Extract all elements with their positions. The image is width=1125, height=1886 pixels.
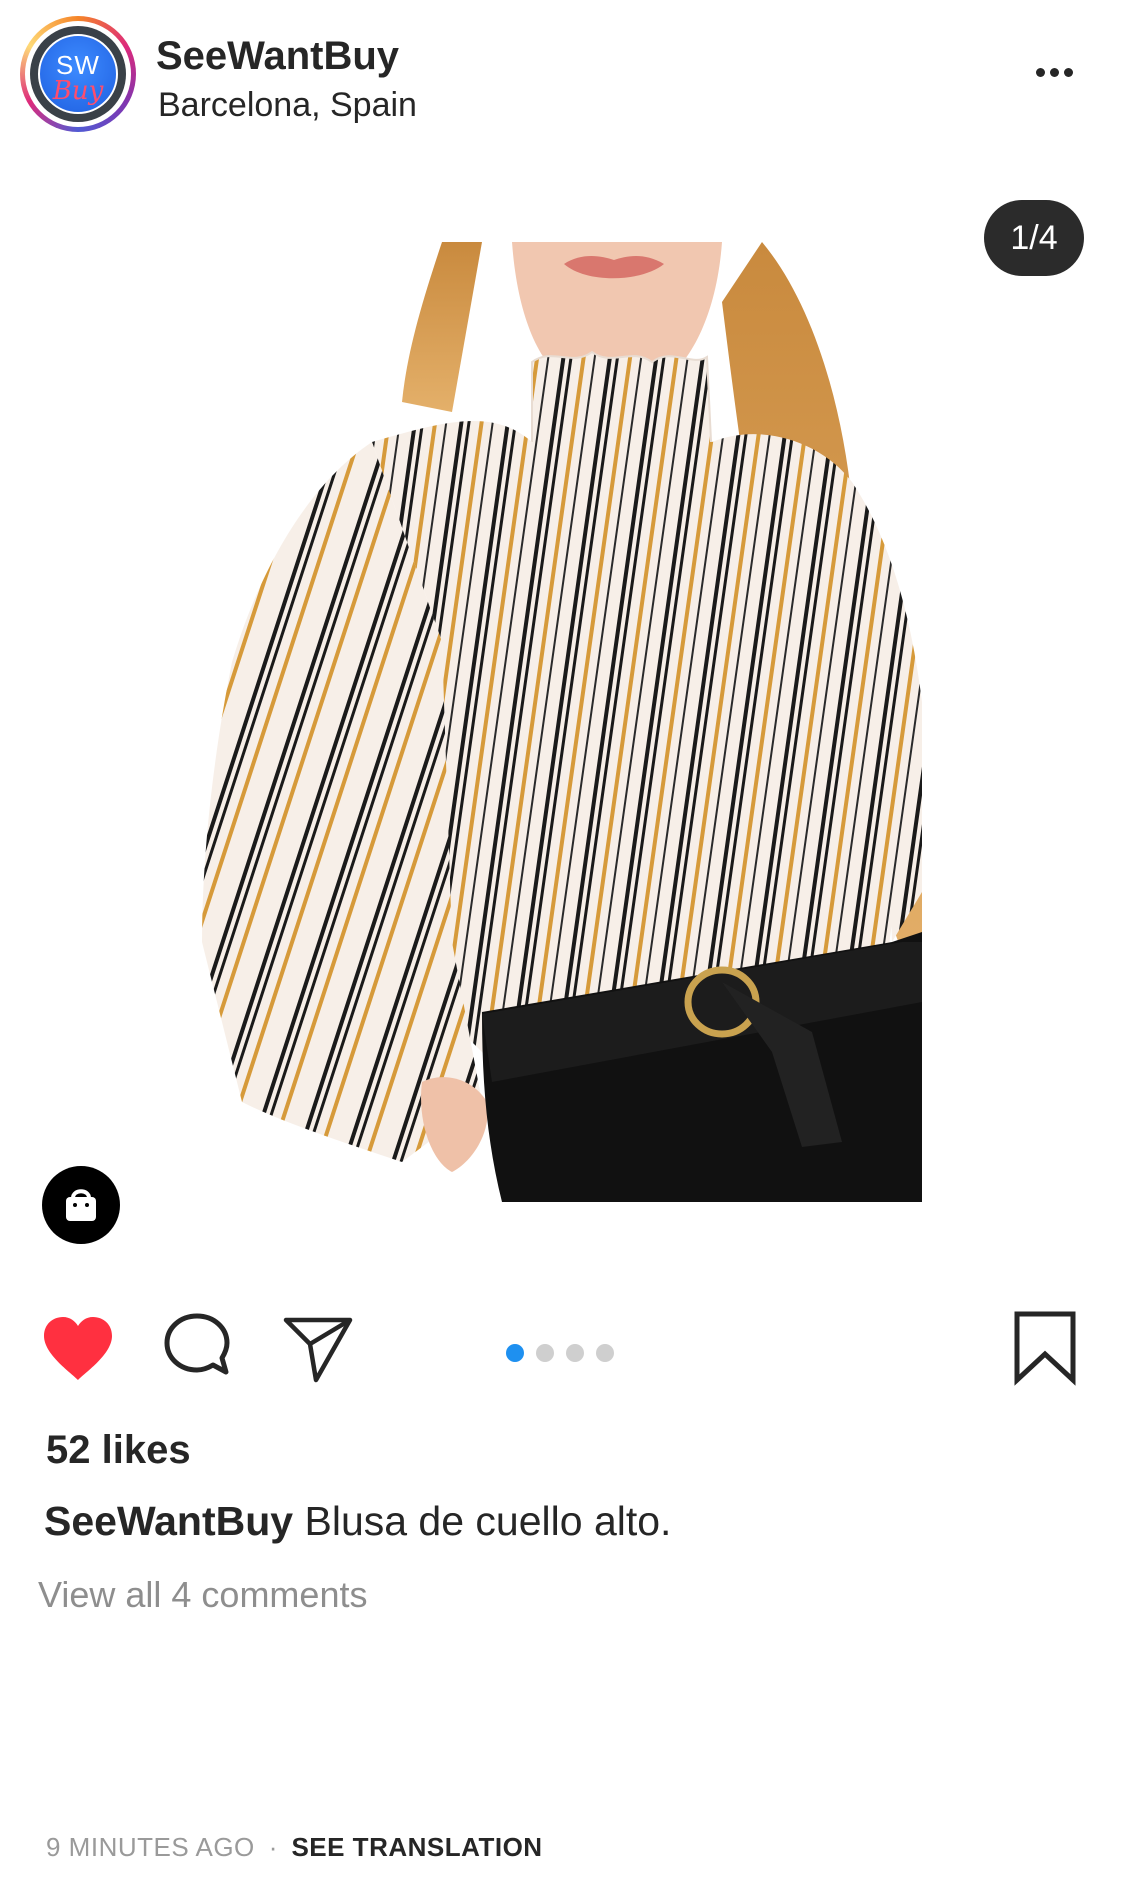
carousel-dot: [506, 1344, 524, 1362]
avatar[interactable]: SW Buy: [20, 16, 136, 132]
avatar-logo-buy: Buy: [52, 76, 104, 106]
post-photo: [202, 242, 922, 1202]
location[interactable]: Barcelona, Spain: [158, 86, 417, 125]
caption: SeeWantBuy Blusa de cuello alto.: [44, 1498, 671, 1545]
post-media[interactable]: 1/4: [0, 150, 1125, 1280]
comment-icon[interactable]: [162, 1312, 232, 1384]
username[interactable]: SeeWantBuy: [156, 34, 399, 79]
carousel-dot: [536, 1344, 554, 1362]
shopping-bag-icon[interactable]: [42, 1166, 120, 1244]
bookmark-icon[interactable]: [1012, 1310, 1078, 1386]
carousel-dot: [566, 1344, 584, 1362]
blouse-photo-illustration: [202, 242, 922, 1202]
post-header: SW Buy SeeWantBuy Barcelona, Spain: [0, 0, 1125, 150]
caption-text: Blusa de cuello alto.: [293, 1498, 672, 1544]
view-comments-link[interactable]: View all 4 comments: [38, 1574, 367, 1616]
likes-count[interactable]: 52 likes: [46, 1428, 191, 1473]
timestamp: 9 MINUTES AGO: [46, 1832, 255, 1862]
heart-icon[interactable]: [40, 1314, 116, 1384]
avatar-logo: SW Buy: [38, 34, 118, 114]
carousel-dot: [596, 1344, 614, 1362]
carousel-counter: 1/4: [984, 200, 1084, 276]
caption-username[interactable]: SeeWantBuy: [44, 1498, 293, 1544]
share-icon[interactable]: [282, 1314, 354, 1384]
more-icon[interactable]: [1030, 58, 1080, 88]
see-translation-link[interactable]: SEE TRANSLATION: [291, 1832, 542, 1862]
separator: ·: [268, 1832, 278, 1862]
post-footer: 9 MINUTES AGO · SEE TRANSLATION: [46, 1832, 543, 1863]
